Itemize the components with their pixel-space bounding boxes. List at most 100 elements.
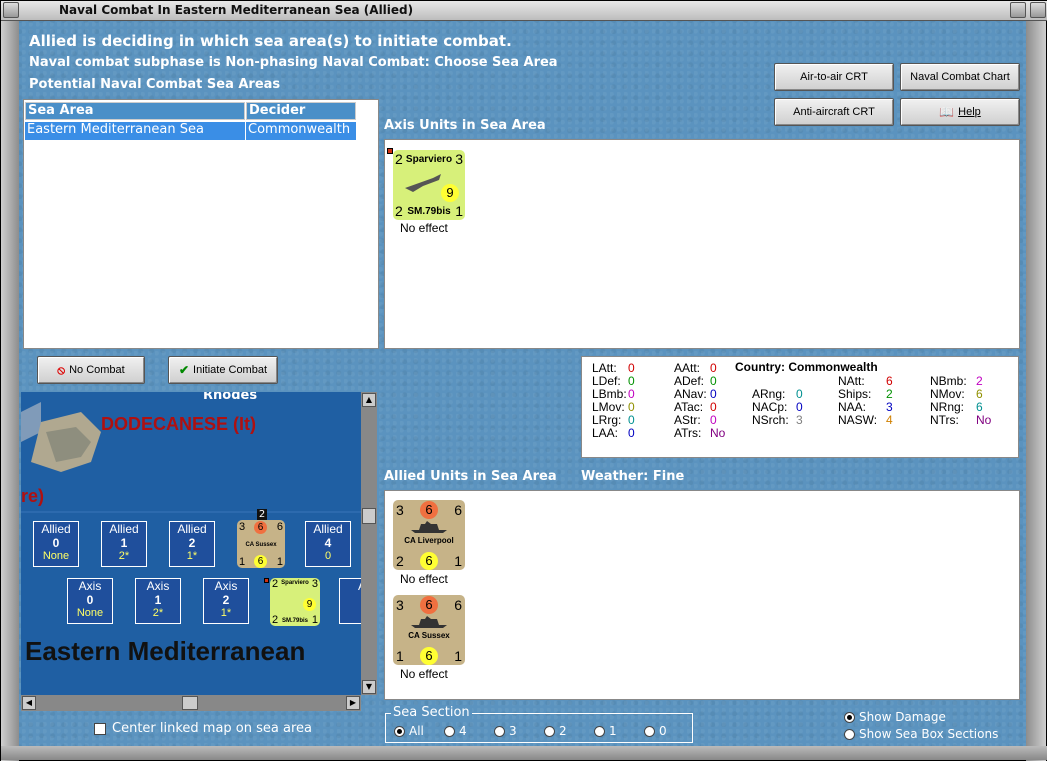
sea-section-radio-0[interactable]: 0 xyxy=(644,724,667,738)
air-to-air-crt-button[interactable]: Air-to-air CRT xyxy=(774,63,894,91)
stat-value: 0 xyxy=(710,413,717,427)
box-value: 0 xyxy=(86,593,94,607)
sea-section-radio-2[interactable]: 2 xyxy=(544,724,567,738)
linked-map-view[interactable]: Rhodes DODECANESE (It) re) Allied 0 None Al… xyxy=(21,392,361,695)
counter-value: 3 xyxy=(396,597,404,613)
vertical-scroll-thumb[interactable] xyxy=(362,508,376,524)
counter-value: 3 xyxy=(455,151,463,167)
counter-value: 3 xyxy=(239,521,246,533)
box-sub: 1* xyxy=(220,607,232,619)
checkbox-box[interactable] xyxy=(94,722,106,735)
counter-value: 1 xyxy=(311,614,318,626)
box-value: 2 xyxy=(188,536,196,550)
counter-value: 9 xyxy=(441,184,459,202)
scroll-down-icon[interactable]: ▼ xyxy=(362,680,376,694)
map-counter-sussex[interactable]: 3 6 6 CA Sussex 1 6 1 xyxy=(237,520,285,568)
stat-value: 0 xyxy=(628,400,635,414)
box-sub: None xyxy=(42,550,70,562)
box-value: 4 xyxy=(324,536,332,550)
stat-key: ARng: xyxy=(752,387,786,401)
sea-section-radio-4[interactable]: 4 xyxy=(444,724,467,738)
book-icon: 📖 xyxy=(939,105,955,119)
table-cell-decider[interactable]: Commonwealth xyxy=(246,122,356,140)
box-value: 1 xyxy=(154,593,162,607)
show-damage-radio[interactable]: Show Damage xyxy=(844,710,946,724)
counter-name: Sparviero xyxy=(405,154,453,165)
sea-section-legend: Sea Section xyxy=(391,705,472,720)
anti-aircraft-crt-button[interactable]: Anti-aircraft CRT xyxy=(774,98,894,126)
button-label: Help xyxy=(958,106,981,118)
box-sub: 1* xyxy=(186,550,198,562)
stat-value: 4 xyxy=(886,413,893,427)
map-horizontal-scrollbar[interactable]: ◀ ▶ xyxy=(21,695,361,711)
close-icon[interactable] xyxy=(1030,2,1046,18)
unit-counter-sussex[interactable]: 3 6 6 CA Sussex 1 6 1 xyxy=(393,595,465,665)
radio-dot[interactable] xyxy=(444,725,455,737)
radio-dot[interactable] xyxy=(844,711,855,723)
counter-value: 1 xyxy=(276,556,283,568)
stat-value: 0 xyxy=(710,400,717,414)
axis-sea-box[interactable]: A xyxy=(339,578,361,624)
column-header-sea-area[interactable]: Sea Area xyxy=(25,102,245,120)
subphase-message: Naval combat subphase is Non-phasing Nav… xyxy=(29,55,558,70)
help-button[interactable]: 📖 Help xyxy=(900,98,1020,126)
box-label: Axis xyxy=(146,579,170,593)
scroll-right-icon[interactable]: ▶ xyxy=(346,696,360,710)
counter-value: 6 xyxy=(254,555,267,568)
radio-dot[interactable] xyxy=(494,725,505,737)
radio-dot[interactable] xyxy=(644,725,655,737)
box-value: 1 xyxy=(120,536,128,550)
sea-section-radio-3[interactable]: 3 xyxy=(494,724,517,738)
unit-stats-panel: Country: Commonwealth LAtt: 0 LDef: 0 LBmb: 0… xyxy=(581,356,1019,458)
axis-sea-box[interactable]: Axis 1 2* xyxy=(135,578,181,624)
scroll-left-icon[interactable]: ◀ xyxy=(22,696,36,710)
stat-value: 0 xyxy=(628,426,635,440)
sea-section-radio-all[interactable]: All xyxy=(394,724,424,738)
allied-sea-box[interactable]: Allied 4 0 xyxy=(305,521,351,567)
horizontal-scroll-thumb[interactable] xyxy=(182,696,198,710)
unit-counter-liverpool[interactable]: 3 6 6 CA Liverpool 2 6 1 xyxy=(393,500,465,570)
sea-section-radio-1[interactable]: 1 xyxy=(594,724,617,738)
stat-key: LAA: xyxy=(592,426,619,440)
unit-counter-sparviero[interactable]: 2 Sparviero 3 9 2 SM.79bis 1 xyxy=(393,150,465,220)
box-value: 0 xyxy=(52,536,60,550)
unit-effect: No effect xyxy=(400,221,448,235)
radio-dot[interactable] xyxy=(844,728,855,740)
minimize-icon[interactable] xyxy=(1010,2,1026,18)
system-menu-icon[interactable] xyxy=(3,2,19,18)
counter-value: 1 xyxy=(454,553,462,569)
stat-key: NSrch: xyxy=(752,413,789,427)
naval-combat-chart-button[interactable]: Naval Combat Chart xyxy=(900,63,1020,91)
stat-value: 6 xyxy=(976,400,983,414)
allied-sea-box[interactable]: Allied 2 1* xyxy=(169,521,215,567)
no-combat-button[interactable]: ⦸ No Combat xyxy=(37,356,145,384)
stat-key: NAA: xyxy=(838,400,867,414)
radio-dot[interactable] xyxy=(544,725,555,737)
show-sea-box-sections-radio[interactable]: Show Sea Box Sections xyxy=(844,727,998,741)
allied-sea-box[interactable]: Allied 1 2* xyxy=(101,521,147,567)
map-vertical-scrollbar[interactable]: ▲ ▼ xyxy=(361,392,377,695)
initiate-combat-button[interactable]: ✔ Initiate Combat xyxy=(168,356,278,384)
axis-sea-box[interactable]: Axis 0 None xyxy=(67,578,113,624)
unit-effect: No effect xyxy=(400,667,448,681)
center-map-checkbox[interactable]: Center linked map on sea area xyxy=(94,721,312,736)
table-cell-sea-area[interactable]: Eastern Mediterranean Sea xyxy=(25,122,245,140)
stat-key: ADef: xyxy=(674,374,705,388)
stat-value: 2 xyxy=(886,387,893,401)
axis-sea-box[interactable]: Axis 2 1* xyxy=(203,578,249,624)
map-counter-sparviero[interactable]: 2 Sparviero 3 9 2 SM.79bis 1 xyxy=(270,578,320,626)
country-label: Country: Commonwealth xyxy=(735,360,878,374)
scroll-up-icon[interactable]: ▲ xyxy=(362,393,376,407)
radio-dot[interactable] xyxy=(594,725,605,737)
radio-label: All xyxy=(409,724,424,738)
stat-value: 0 xyxy=(628,374,635,388)
counter-value: 2 xyxy=(396,553,404,569)
title-bar[interactable]: Naval Combat In Eastern Mediterranean Se… xyxy=(1,1,1047,21)
box-label: Allied xyxy=(41,522,71,536)
box-label: Allied xyxy=(109,522,139,536)
radio-dot[interactable] xyxy=(394,725,405,737)
allied-sea-box[interactable]: Allied 0 None xyxy=(33,521,79,567)
stat-value: 0 xyxy=(796,387,803,401)
column-header-decider[interactable]: Decider xyxy=(246,102,356,120)
stat-value: No xyxy=(976,413,992,427)
